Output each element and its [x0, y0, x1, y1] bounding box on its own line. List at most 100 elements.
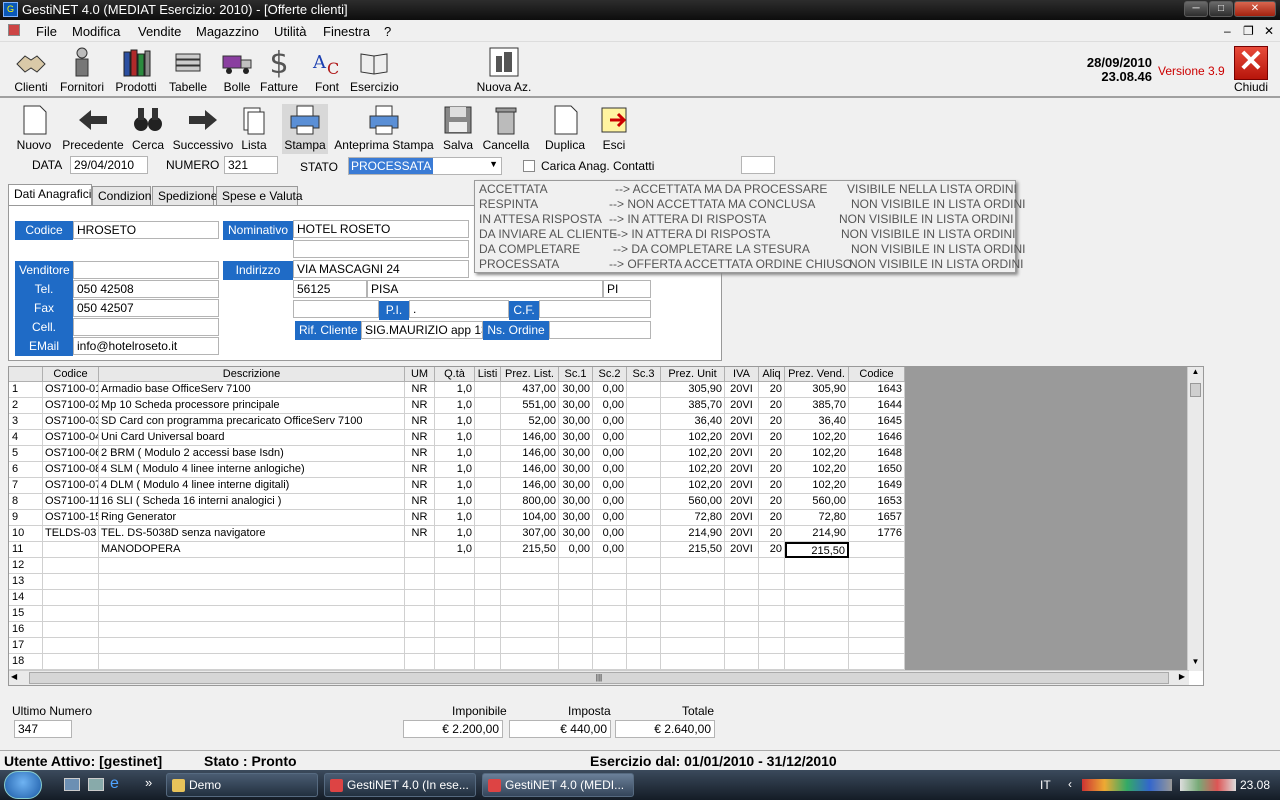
row-number[interactable]: 2 [9, 398, 43, 414]
row-number[interactable]: 5 [9, 446, 43, 462]
browser-icon[interactable]: e [110, 775, 119, 793]
grid-header[interactable]: Aliq [759, 367, 785, 382]
grid-cell[interactable] [475, 590, 501, 606]
grid-cell[interactable]: 4 DLM ( Modulo 4 linee interne digitali) [99, 478, 405, 494]
grid-cell[interactable] [849, 542, 905, 558]
grid-cell[interactable] [475, 654, 501, 670]
esercizio-button[interactable]: Esercizio [350, 46, 399, 96]
cancella-button[interactable]: Cancella [482, 104, 530, 154]
grid-cell[interactable] [43, 654, 99, 670]
grid-cell[interactable] [627, 558, 661, 574]
grid-cell[interactable]: 30,00 [559, 510, 593, 526]
scroll-left-icon[interactable]: ◀ [11, 672, 17, 681]
grid-cell[interactable] [661, 590, 725, 606]
grid-cell[interactable]: 20VI [725, 398, 759, 414]
grid-cell[interactable]: 800,00 [501, 494, 559, 510]
grid-cell[interactable]: 305,90 [661, 382, 725, 398]
grid-cell[interactable]: NR [405, 494, 435, 510]
cf-field[interactable] [539, 300, 651, 318]
grid-cell[interactable] [593, 622, 627, 638]
grid-header[interactable]: Listi [475, 367, 501, 382]
row-number[interactable]: 16 [9, 622, 43, 638]
grid-cell[interactable]: 102,20 [661, 462, 725, 478]
grid-cell[interactable]: 30,00 [559, 478, 593, 494]
grid-cell[interactable]: 20VI [725, 414, 759, 430]
grid-cell[interactable] [661, 622, 725, 638]
tab-spedizione[interactable]: Spedizione [152, 186, 217, 206]
grid-cell[interactable] [661, 638, 725, 654]
grid-cell[interactable]: NR [405, 462, 435, 478]
grid-cell[interactable]: Mp 10 Scheda processore principale [99, 398, 405, 414]
grid-cell[interactable] [99, 622, 405, 638]
grid-header[interactable]: Prez. Vend. [785, 367, 849, 382]
nuovo-button[interactable]: Nuovo [12, 104, 56, 154]
grid-cell[interactable]: 20 [759, 414, 785, 430]
grid-cell[interactable] [627, 494, 661, 510]
grid-cell[interactable] [475, 494, 501, 510]
tab-condizioni[interactable]: Condizioni [92, 186, 154, 206]
grid-cell[interactable]: 52,00 [501, 414, 559, 430]
grid-cell[interactable] [475, 526, 501, 542]
grid-cell[interactable] [759, 654, 785, 670]
row-number[interactable]: 18 [9, 654, 43, 670]
grid-cell[interactable]: NR [405, 414, 435, 430]
grid-cell[interactable]: 102,20 [785, 430, 849, 446]
grid-cell[interactable] [627, 414, 661, 430]
grid-cell[interactable]: NR [405, 478, 435, 494]
chevron-down-icon[interactable]: ▼ [489, 159, 498, 169]
nominativo-field[interactable]: HOTEL ROSETO [293, 220, 469, 238]
duplica-button[interactable]: Duplica [544, 104, 586, 154]
row-number[interactable]: 10 [9, 526, 43, 542]
grid-cell[interactable] [43, 558, 99, 574]
grid-cell[interactable] [43, 606, 99, 622]
grid-cell[interactable] [435, 574, 475, 590]
grid-cell[interactable] [475, 398, 501, 414]
mdi-close-button[interactable]: ✕ [1264, 24, 1274, 38]
grid-cell[interactable] [759, 606, 785, 622]
grid-cell[interactable] [475, 462, 501, 478]
grid-cell[interactable]: 215,50 [501, 542, 559, 558]
grid-cell[interactable]: 102,20 [661, 446, 725, 462]
tel-field[interactable]: 050 42508 [73, 280, 219, 298]
grid-cell[interactable]: 20 [759, 478, 785, 494]
scroll-right-icon[interactable]: ▶ [1179, 672, 1185, 681]
codice-field[interactable]: HROSETO [73, 221, 219, 239]
close-window-button[interactable]: ✕ [1234, 1, 1276, 17]
grid-cell[interactable] [405, 638, 435, 654]
grid-cell[interactable] [849, 606, 905, 622]
maximize-button[interactable]: □ [1209, 1, 1233, 17]
grid-cell[interactable] [435, 638, 475, 654]
grid-cell[interactable] [849, 590, 905, 606]
row-number[interactable]: 3 [9, 414, 43, 430]
grid-cell[interactable]: OS7100-04 [43, 430, 99, 446]
ns-ordine-field[interactable] [549, 321, 651, 339]
quicklaunch-more-icon[interactable]: » [145, 775, 152, 790]
grid-cell[interactable]: 307,00 [501, 526, 559, 542]
grid-cell[interactable] [593, 654, 627, 670]
grid-header[interactable]: Prez. Unit [661, 367, 725, 382]
row-number[interactable]: 1 [9, 382, 43, 398]
switch-windows-icon[interactable] [88, 778, 104, 791]
grid-cell[interactable] [785, 590, 849, 606]
grid-cell[interactable]: 1,0 [435, 430, 475, 446]
grid-cell[interactable]: 30,00 [559, 526, 593, 542]
grid-cell[interactable] [99, 606, 405, 622]
grid-cell[interactable]: 0,00 [559, 542, 593, 558]
grid-cell[interactable] [475, 542, 501, 558]
grid-cell[interactable]: 102,20 [785, 478, 849, 494]
grid-cell[interactable] [501, 638, 559, 654]
grid-header[interactable]: Codice [43, 367, 99, 382]
grid-cell[interactable]: 4 SLM ( Modulo 4 linee interne anlogiche… [99, 462, 405, 478]
grid-cell[interactable] [627, 510, 661, 526]
grid-cell[interactable]: 0,00 [593, 478, 627, 494]
grid-cell-selected[interactable]: 215,50 [785, 542, 849, 558]
grid-cell[interactable] [785, 654, 849, 670]
scroll-down-icon[interactable]: ▼ [1188, 657, 1203, 671]
grid-cell[interactable] [435, 622, 475, 638]
grid-cell[interactable] [785, 558, 849, 574]
grid-cell[interactable] [43, 590, 99, 606]
nuova-az-button[interactable]: Nuova Az. [476, 46, 532, 96]
grid-cell[interactable]: 385,70 [785, 398, 849, 414]
grid-cell[interactable] [627, 654, 661, 670]
grid-cell[interactable]: 20 [759, 398, 785, 414]
